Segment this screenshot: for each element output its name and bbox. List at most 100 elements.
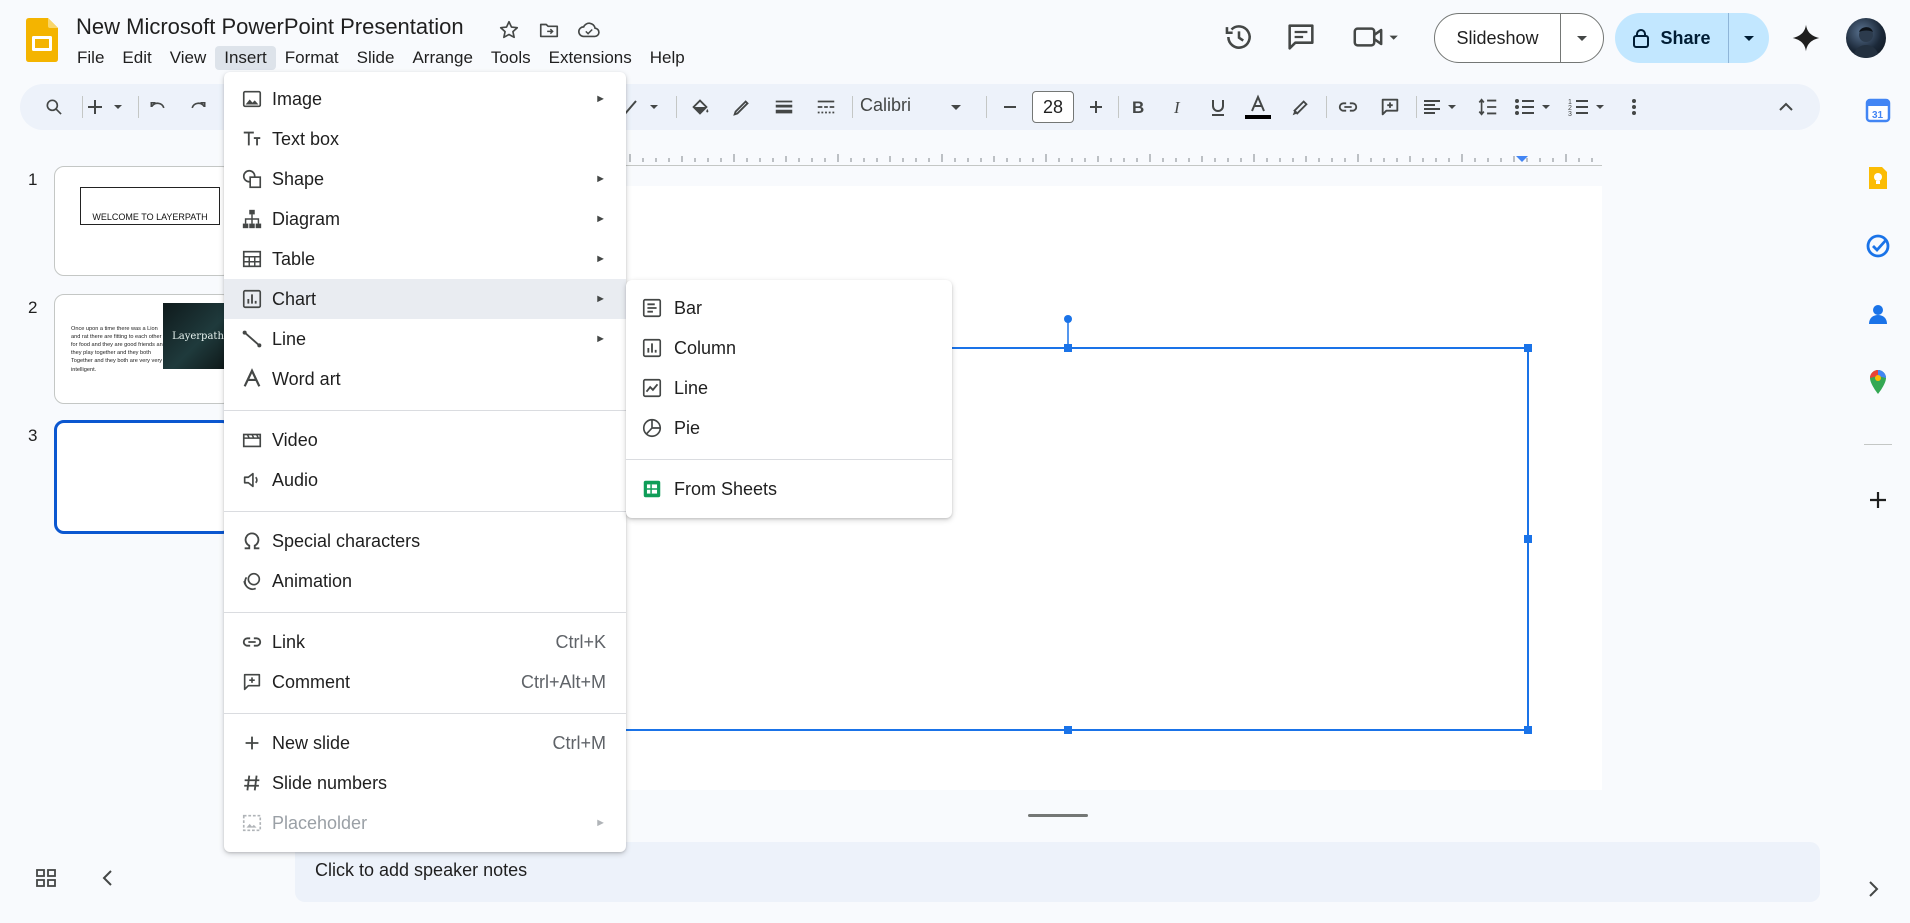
underline-icon[interactable]	[1204, 93, 1232, 121]
menu-format[interactable]: Format	[276, 46, 348, 70]
chart-column-item[interactable]: Column	[626, 328, 952, 368]
collapse-filmstrip-icon[interactable]	[96, 866, 120, 890]
chart-line-item[interactable]: Line	[626, 368, 952, 408]
chart-from-sheets-item[interactable]: From Sheets	[626, 469, 952, 509]
submenu-arrow-icon: ►	[595, 213, 606, 225]
insert-image-item[interactable]: Image ►	[224, 79, 626, 119]
insert-line-item[interactable]: Line ►	[224, 319, 626, 359]
menu-tools[interactable]: Tools	[482, 46, 540, 70]
notes-resize-handle[interactable]	[1028, 814, 1088, 817]
insert-special-characters-item[interactable]: Special characters	[224, 521, 626, 561]
comments-icon[interactable]	[1284, 20, 1318, 54]
decrease-font-size-icon[interactable]	[996, 93, 1024, 121]
font-family-caret-icon[interactable]	[942, 93, 970, 121]
grid-view-icon[interactable]	[34, 866, 58, 890]
bulleted-list-icon[interactable]	[1514, 93, 1558, 121]
slides-logo-icon[interactable]	[26, 18, 58, 62]
more-options-icon[interactable]	[1620, 93, 1648, 121]
expand-side-panel-icon[interactable]	[1862, 878, 1884, 900]
add-comment-icon[interactable]	[1376, 93, 1404, 121]
menu-extensions[interactable]: Extensions	[540, 46, 641, 70]
insert-shape-item[interactable]: Shape ►	[224, 159, 626, 199]
slide-thumbnail-2[interactable]: Once upon a time there was a Lion and ra…	[54, 294, 232, 404]
insert-word-art-item[interactable]: Word art	[224, 359, 626, 399]
move-folder-icon[interactable]	[536, 17, 562, 43]
share-button[interactable]: Share	[1615, 13, 1729, 63]
redo-icon[interactable]	[184, 93, 212, 121]
hash-icon	[240, 771, 264, 795]
menu-help[interactable]: Help	[641, 46, 694, 70]
tasks-icon[interactable]	[1864, 232, 1892, 260]
insert-word-art-label: Word art	[272, 368, 341, 389]
new-slide-plus-icon[interactable]	[80, 93, 130, 121]
avatar[interactable]	[1846, 18, 1886, 58]
sheets-icon	[640, 477, 664, 501]
insert-video-item[interactable]: Video	[224, 420, 626, 460]
search-menus-icon[interactable]	[40, 93, 68, 121]
slide-thumbnail-1[interactable]: WELCOME TO LAYERPATH	[54, 166, 232, 276]
share-options-button[interactable]	[1729, 13, 1769, 63]
highlight-color-icon[interactable]	[1286, 93, 1314, 121]
text-color-icon[interactable]	[1244, 93, 1272, 121]
font-size-input[interactable]: 28	[1032, 91, 1074, 123]
fill-color-icon[interactable]	[686, 93, 714, 121]
calendar-icon[interactable]: 31	[1864, 96, 1892, 124]
menu-arrange[interactable]: Arrange	[403, 46, 481, 70]
star-icon[interactable]	[496, 17, 522, 43]
line-spacing-icon[interactable]	[1474, 93, 1502, 121]
bold-icon[interactable]: B	[1124, 93, 1152, 121]
slideshow-button[interactable]: Slideshow	[1435, 14, 1561, 62]
menu-view[interactable]: View	[161, 46, 216, 70]
border-color-icon[interactable]	[728, 93, 756, 121]
border-dash-icon[interactable]	[812, 93, 840, 121]
insert-chart-item[interactable]: Chart ►	[224, 279, 626, 319]
insert-text-box-item[interactable]: Text box	[224, 119, 626, 159]
font-family-select[interactable]: Calibri	[860, 95, 911, 116]
meet-video-icon[interactable]	[1352, 20, 1402, 54]
add-addon-plus-icon[interactable]	[1864, 486, 1892, 514]
placeholder-icon	[240, 811, 264, 835]
italic-icon[interactable]: I	[1164, 93, 1192, 121]
insert-new-slide-item[interactable]: New slide Ctrl+M	[224, 723, 626, 763]
undo-icon[interactable]	[144, 93, 172, 121]
gemini-sparkle-icon[interactable]	[1790, 22, 1822, 54]
insert-table-item[interactable]: Table ►	[224, 239, 626, 279]
submenu-arrow-icon: ►	[595, 293, 606, 305]
chart-bar-item[interactable]: Bar	[626, 288, 952, 328]
maps-icon[interactable]	[1864, 368, 1892, 396]
menu-slide[interactable]: Slide	[348, 46, 404, 70]
chart-from-sheets-label: From Sheets	[674, 478, 778, 499]
line-tool-icon[interactable]	[620, 93, 668, 121]
slide-number: 1	[28, 170, 38, 189]
word-art-icon	[240, 367, 264, 391]
insert-link-item[interactable]: Link Ctrl+K	[224, 622, 626, 662]
insert-audio-item[interactable]: Audio	[224, 460, 626, 500]
submenu-arrow-icon: ►	[595, 253, 606, 265]
menu-insert[interactable]: Insert	[215, 46, 276, 70]
slideshow-options-button[interactable]	[1561, 14, 1603, 62]
chart-pie-item[interactable]: Pie	[626, 408, 952, 448]
insert-link-icon[interactable]	[1334, 93, 1362, 121]
insert-diagram-item[interactable]: Diagram ►	[224, 199, 626, 239]
collapse-toolbar-icon[interactable]	[1772, 93, 1800, 121]
numbered-list-icon[interactable]: 123	[1568, 93, 1612, 121]
align-icon[interactable]	[1422, 93, 1466, 121]
cloud-saved-icon[interactable]	[576, 17, 602, 43]
keep-icon[interactable]	[1864, 164, 1892, 192]
increase-font-size-icon[interactable]	[1082, 93, 1110, 121]
version-history-icon[interactable]	[1222, 20, 1256, 54]
menu-edit[interactable]: Edit	[113, 46, 160, 70]
menu-file[interactable]: File	[68, 46, 113, 70]
insert-comment-item[interactable]: Comment Ctrl+Alt+M	[224, 662, 626, 702]
link-icon	[240, 630, 264, 654]
contacts-icon[interactable]	[1864, 300, 1892, 328]
insert-text-box-label: Text box	[272, 128, 340, 149]
insert-animation-item[interactable]: Animation	[224, 561, 626, 601]
insert-audio-label: Audio	[272, 469, 319, 490]
chart-icon	[240, 287, 264, 311]
document-title[interactable]: New Microsoft PowerPoint Presentation	[76, 14, 464, 40]
border-weight-icon[interactable]	[770, 93, 798, 121]
insert-slide-numbers-item[interactable]: Slide numbers	[224, 763, 626, 803]
slide-thumbnail-3[interactable]	[54, 420, 232, 534]
insert-menu: Image ► Text box Shape ► Diagram ► Table…	[224, 72, 626, 852]
